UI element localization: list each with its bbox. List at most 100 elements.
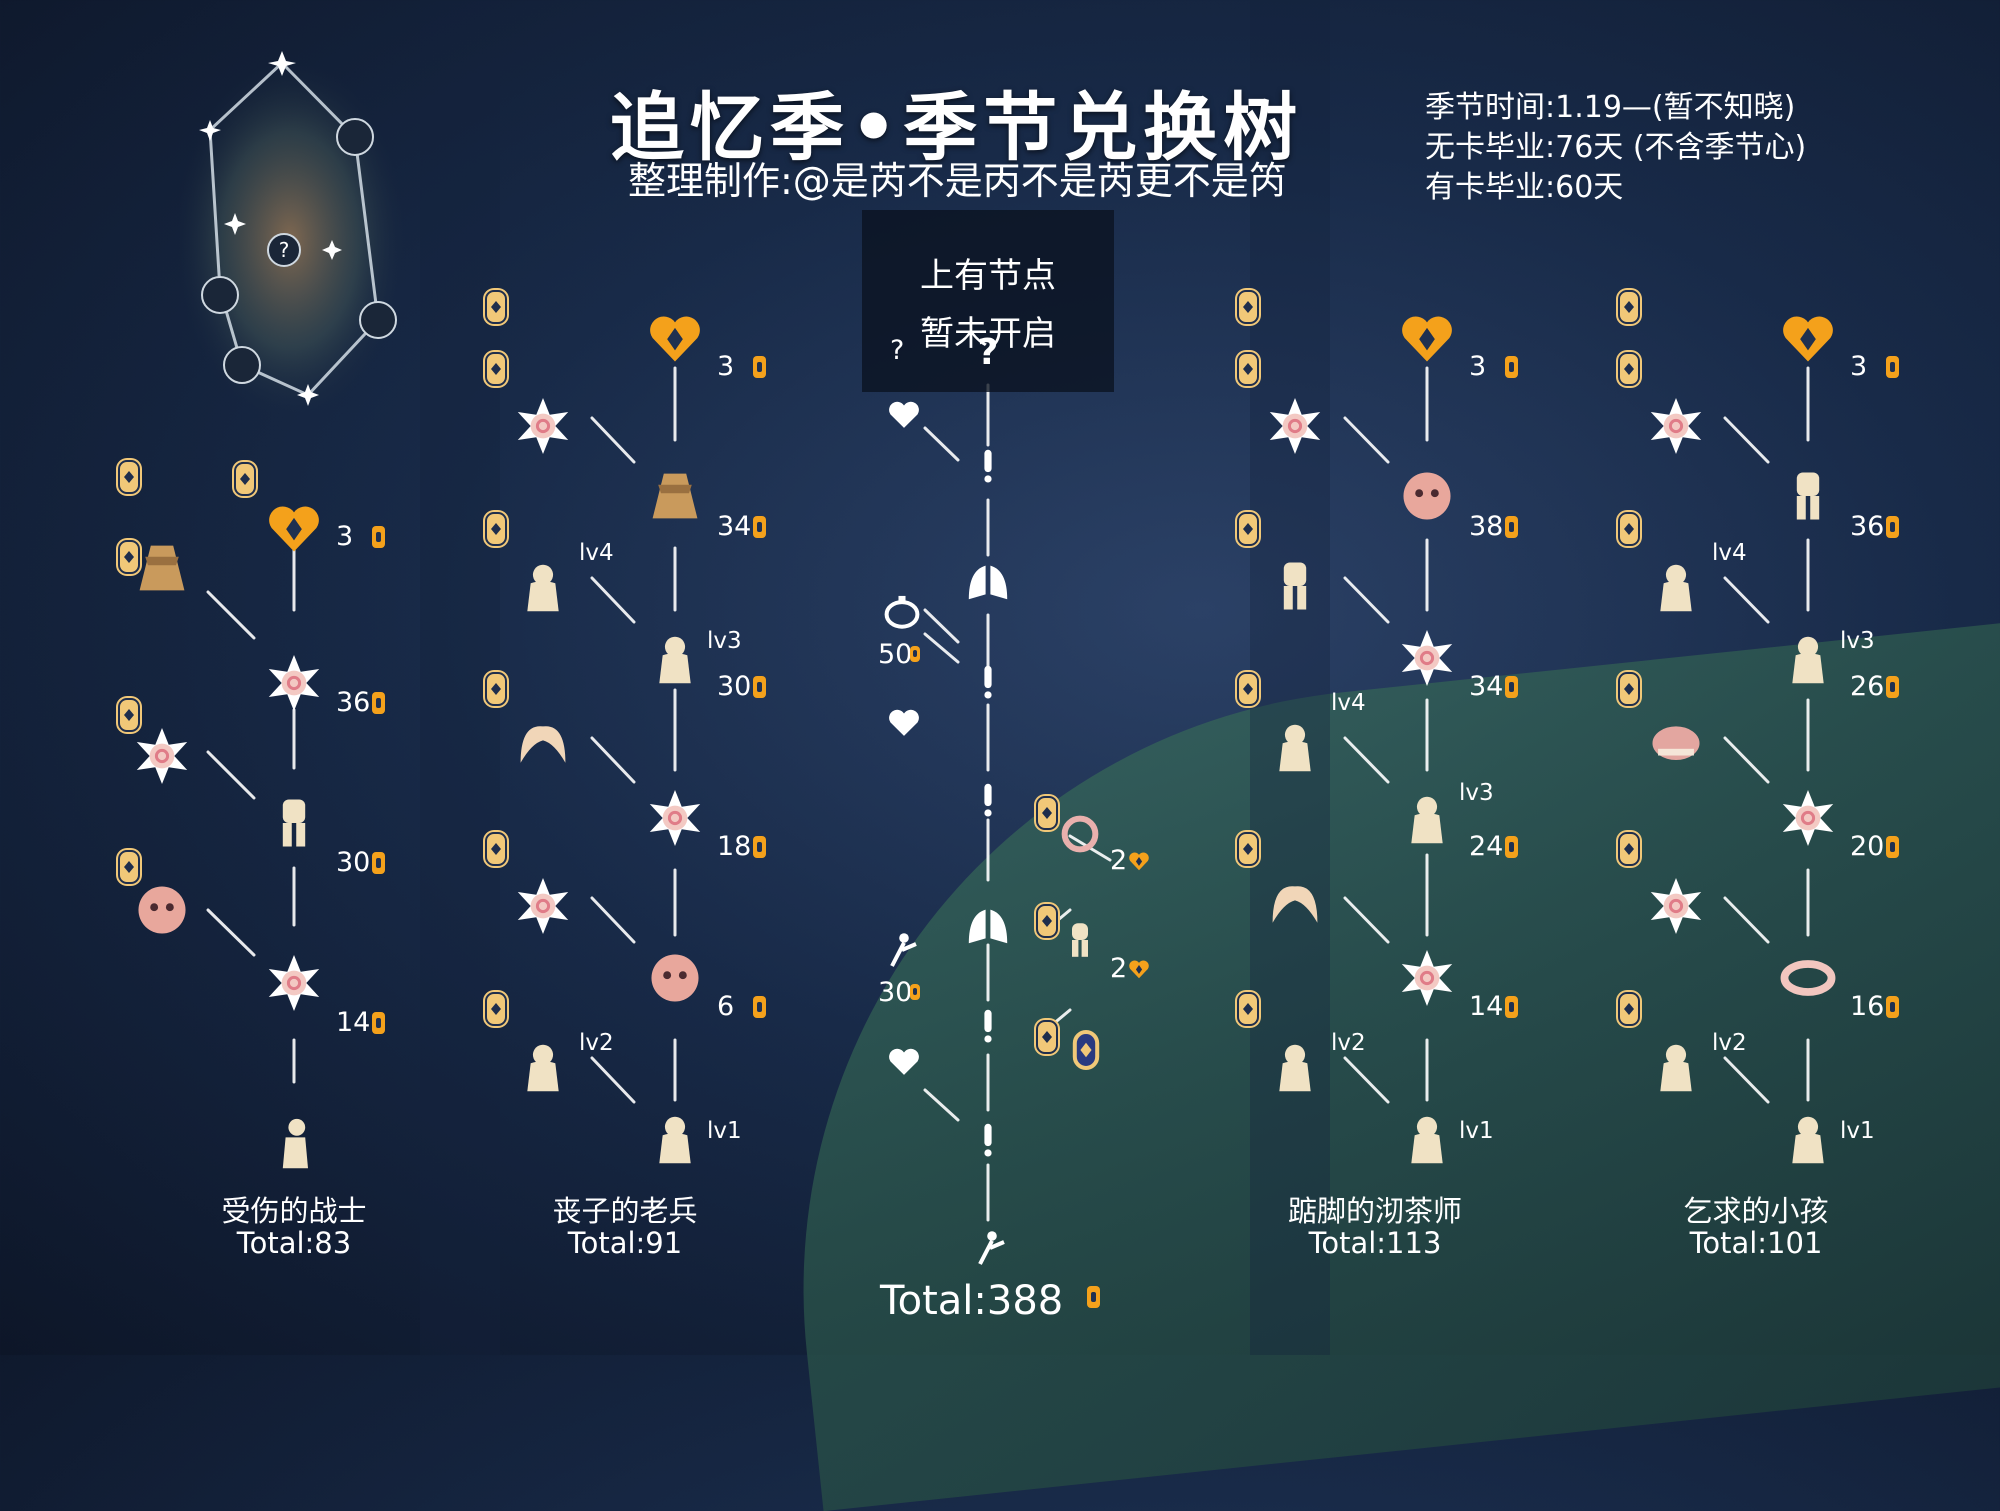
- outfit-icon[interactable]: [266, 795, 322, 855]
- cost-label: 34: [1469, 671, 1504, 702]
- emote-icon[interactable]: [647, 1110, 703, 1170]
- grand-total: Total:388: [880, 1278, 1064, 1324]
- season-pass-icon: [1237, 832, 1259, 866]
- accessory-icon[interactable]: [1780, 950, 1836, 1010]
- spell-star-icon[interactable]: [134, 728, 190, 788]
- hair-icon[interactable]: [515, 718, 571, 778]
- emote-icon[interactable]: [1780, 630, 1836, 690]
- candle-icon: [372, 692, 385, 714]
- season-heart-icon[interactable]: [266, 500, 322, 560]
- spell-star-icon[interactable]: [266, 655, 322, 715]
- cape-icon[interactable]: [134, 540, 190, 600]
- spell-star-icon[interactable]: [647, 790, 703, 850]
- emote-icon[interactable]: [1648, 558, 1704, 618]
- emote-icon[interactable]: [1267, 1038, 1323, 1098]
- candle-icon: [1505, 516, 1518, 538]
- season-pass-icon: [485, 512, 507, 546]
- candle-icon: [1505, 836, 1518, 858]
- spell-star-icon[interactable]: [515, 878, 571, 938]
- level-label: lv2: [579, 1030, 614, 1056]
- cost-label: 24: [1469, 831, 1504, 862]
- candle-icon: [1886, 996, 1899, 1018]
- cost-label: 30: [717, 671, 752, 702]
- small-heart-icon[interactable]: [887, 706, 921, 744]
- emote-icon[interactable]: [1267, 718, 1323, 778]
- emote-icon[interactable]: [1780, 1110, 1836, 1170]
- season-heart-icon[interactable]: [647, 310, 703, 370]
- level-label: lv1: [1840, 1118, 1875, 1144]
- cost-label: 36: [336, 687, 371, 718]
- level-label: lv3: [1840, 628, 1875, 654]
- emote-icon[interactable]: [515, 558, 571, 618]
- outfit-icon[interactable]: [1267, 558, 1323, 618]
- candle-icon: [372, 852, 385, 874]
- kneeling-spirit-icon[interactable]: [266, 1115, 322, 1175]
- exclaim-icon[interactable]: [970, 448, 1006, 488]
- candle-icon: [1886, 676, 1899, 698]
- cost-label: 26: [1850, 671, 1885, 702]
- spell-star-icon[interactable]: [1399, 950, 1455, 1010]
- candle-icon: [753, 836, 766, 858]
- teapot-icon[interactable]: [880, 588, 924, 636]
- season-heart-icon[interactable]: [1399, 310, 1455, 370]
- level-label: lv2: [1712, 1030, 1747, 1056]
- small-heart-icon[interactable]: [887, 1045, 921, 1083]
- small-heart-icon[interactable]: [887, 398, 921, 436]
- lungs-icon[interactable]: [964, 900, 1012, 952]
- season-pass-icon: [485, 992, 507, 1026]
- instrument-icon[interactable]: [1056, 810, 1104, 862]
- spell-star-icon[interactable]: [1267, 398, 1323, 458]
- season-pass-icon: [118, 540, 140, 574]
- spell-star-icon[interactable]: [1780, 790, 1836, 850]
- level-label: lv1: [1459, 1118, 1494, 1144]
- candle-icon: [1886, 836, 1899, 858]
- candle-icon: [753, 676, 766, 698]
- emote-icon[interactable]: [515, 1038, 571, 1098]
- spell-star-icon[interactable]: [1648, 398, 1704, 458]
- cost-label: 36: [1850, 511, 1885, 542]
- emote-icon[interactable]: [1648, 1038, 1704, 1098]
- level-label: lv2: [1331, 1030, 1366, 1056]
- season-pass-icon: [1237, 512, 1259, 546]
- tree-name-begging-child: 乞求的小孩: [1683, 1194, 1829, 1228]
- tree-total-veteran: Total:91: [567, 1226, 683, 1260]
- season-pass-icon: [118, 460, 140, 494]
- candle-icon: [372, 526, 385, 548]
- spell-star-icon[interactable]: [1648, 878, 1704, 938]
- season-pass-icon: [1618, 832, 1640, 866]
- outfit-icon[interactable]: [1780, 468, 1836, 528]
- cost-label: 3: [1850, 351, 1868, 382]
- outfit-icon[interactable]: [1060, 920, 1100, 964]
- cost-label: 14: [336, 1007, 371, 1038]
- emote-icon[interactable]: [1399, 1110, 1455, 1170]
- exclaim-icon[interactable]: [970, 1008, 1006, 1048]
- candle-icon: [753, 996, 766, 1018]
- season-pass-icon: [1618, 672, 1640, 706]
- spell-star-icon[interactable]: [266, 955, 322, 1015]
- hair-icon[interactable]: [1267, 878, 1323, 938]
- ticket-shield-icon[interactable]: [1066, 1030, 1106, 1074]
- candle-icon: [910, 984, 920, 1000]
- candle-icon: [753, 356, 766, 378]
- spell-star-icon[interactable]: [515, 398, 571, 458]
- tree-total-tea-master: Total:113: [1308, 1226, 1442, 1260]
- exclaim-icon[interactable]: [970, 1122, 1006, 1162]
- level-label: lv4: [579, 540, 614, 566]
- heart-cost-label: 2: [1110, 845, 1128, 876]
- level-label: lv4: [1331, 690, 1366, 716]
- mask-icon[interactable]: [647, 950, 703, 1010]
- candle-icon: [1505, 676, 1518, 698]
- emote-icon[interactable]: [647, 630, 703, 690]
- mask-icon[interactable]: [1399, 468, 1455, 528]
- cape-icon[interactable]: [647, 468, 703, 528]
- mask-icon[interactable]: [134, 882, 190, 942]
- exclaim-icon[interactable]: [970, 664, 1006, 704]
- dancer-icon[interactable]: [880, 930, 920, 974]
- lungs-icon[interactable]: [964, 556, 1012, 608]
- season-pass-icon: [1036, 904, 1058, 938]
- spell-star-icon[interactable]: [1399, 630, 1455, 690]
- hat-icon[interactable]: [1648, 718, 1704, 778]
- exclaim-icon[interactable]: [970, 782, 1006, 822]
- season-heart-icon[interactable]: [1780, 310, 1836, 370]
- emote-icon[interactable]: [1399, 790, 1455, 850]
